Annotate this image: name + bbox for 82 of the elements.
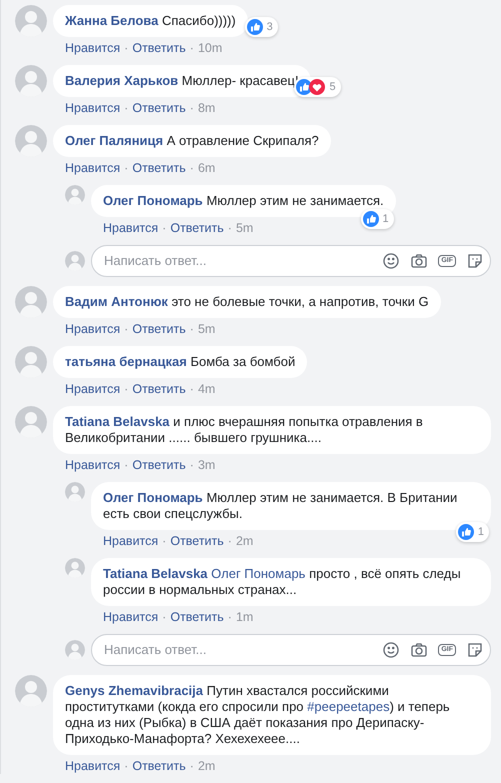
reply-link[interactable]: Ответить xyxy=(132,382,186,396)
avatar[interactable] xyxy=(15,406,47,438)
separator-dot: · xyxy=(124,759,128,773)
like-link[interactable]: Нравится xyxy=(65,458,120,472)
comment-text: Genys Zhemavibracija Путин хвастался российскими проститутками (кокда его спросили про #peepeetapes) и теперь одна из них (Рыбка) в США даёт показания про Дерипаску-Приходько-Манафорта? Хехехехеее.... xyxy=(65,683,450,746)
avatar[interactable] xyxy=(65,482,85,502)
separator-dot: · xyxy=(190,458,194,472)
author-link[interactable]: Вадим Антонюк xyxy=(65,294,168,309)
reply-link[interactable]: Ответить xyxy=(132,41,186,55)
separator-dot: · xyxy=(124,458,128,472)
reply-link[interactable]: Ответить xyxy=(132,458,186,472)
separator-dot: · xyxy=(124,382,128,396)
separator-dot: · xyxy=(162,534,166,548)
author-link[interactable]: Genys Zhemavibracija xyxy=(65,683,204,698)
separator-dot: · xyxy=(190,759,194,773)
separator-dot: · xyxy=(228,534,232,548)
avatar[interactable] xyxy=(15,65,47,97)
like-link[interactable]: Нравится xyxy=(65,161,120,175)
separator-dot: · xyxy=(190,382,194,396)
reply-link[interactable]: Ответить xyxy=(132,322,186,336)
comment-text: татьяна бернацкая Бомба за бомбой xyxy=(65,354,296,369)
separator-dot: · xyxy=(124,161,128,175)
reply-link[interactable]: Ответить xyxy=(132,759,186,773)
comment-text: Tatiana Belavska и плюс вчерашняя попытка отравления в Великобритании ...... бывшего грушника.... xyxy=(65,414,423,445)
like-link[interactable]: Нравится xyxy=(65,101,120,115)
separator-dot: · xyxy=(190,161,194,175)
separator-dot: · xyxy=(228,610,232,624)
author-link[interactable]: Олег Пономарь xyxy=(103,193,203,208)
reply-link[interactable]: Ответить xyxy=(132,101,186,115)
reply-link[interactable]: Ответить xyxy=(132,161,186,175)
camera-icon[interactable] xyxy=(410,252,428,270)
camera-icon[interactable] xyxy=(410,641,428,659)
like-icon xyxy=(458,524,474,540)
reply-link[interactable]: Ответить xyxy=(170,610,224,624)
sticker-icon[interactable] xyxy=(466,252,484,270)
like-link[interactable]: Нравится xyxy=(103,534,158,548)
comment-text: Вадим Антонюк это не болевые точки, а напротив, точки G xyxy=(65,294,429,309)
separator-dot: · xyxy=(124,322,128,336)
author-link[interactable]: татьяна бернацкая xyxy=(65,354,187,369)
avatar[interactable] xyxy=(15,346,47,378)
like-link[interactable]: Нравится xyxy=(103,221,158,235)
separator-dot: · xyxy=(190,101,194,115)
avatar[interactable] xyxy=(65,185,85,205)
avatar[interactable] xyxy=(15,675,47,707)
mention-link[interactable]: #peepeetapes xyxy=(307,699,390,714)
comment-text: Олег Пономарь Мюллер этим не занимается. xyxy=(103,193,384,208)
separator-dot: · xyxy=(228,221,232,235)
separator-dot: · xyxy=(162,610,166,624)
separator-dot: · xyxy=(190,41,194,55)
avatar[interactable] xyxy=(15,125,47,157)
avatar[interactable] xyxy=(65,640,85,660)
separator-dot: · xyxy=(124,101,128,115)
comment-text: Олег Паляниця А отравление Скрипаля? xyxy=(65,133,319,148)
like-icon xyxy=(246,19,263,35)
comment-text: Tatiana Belavska Олег Пономарь просто , всё опять следы россии в нормальных странах... xyxy=(103,566,461,597)
avatar[interactable] xyxy=(65,251,85,271)
like-link[interactable]: Нравится xyxy=(65,382,120,396)
smiley-icon[interactable] xyxy=(382,252,400,270)
author-link[interactable]: Олег Паляниця xyxy=(65,133,164,148)
mention-link[interactable]: Олег Пономарь xyxy=(211,566,306,581)
like-link[interactable]: Нравится xyxy=(65,322,120,336)
like-link[interactable]: Нравится xyxy=(103,610,158,624)
author-link[interactable]: Олег Пономарь xyxy=(103,490,203,505)
comment-text: Олег Пономарь Мюллер этим не занимается. В Британии есть свои спецслужбы. xyxy=(103,490,458,521)
reply-link[interactable]: Ответить xyxy=(170,221,224,235)
avatar[interactable] xyxy=(15,286,47,318)
reply-link[interactable]: Ответить xyxy=(170,534,224,548)
author-link[interactable]: Валерия Харьков xyxy=(65,73,178,88)
comment-text: Жанна Белова Спасибо))))) xyxy=(65,13,236,28)
like-link[interactable]: Нравится xyxy=(65,759,120,773)
separator-dot: · xyxy=(190,322,194,336)
separator-dot: · xyxy=(124,41,128,55)
like-icon xyxy=(362,211,379,227)
avatar[interactable] xyxy=(65,558,85,578)
author-link[interactable]: Tatiana Belavska xyxy=(65,414,170,429)
smiley-icon[interactable] xyxy=(382,641,400,659)
avatar[interactable] xyxy=(15,5,47,37)
separator-dot: · xyxy=(162,221,166,235)
author-link[interactable]: Жанна Белова xyxy=(65,13,158,28)
author-link[interactable]: Tatiana Belavska xyxy=(103,566,208,581)
like-link[interactable]: Нравится xyxy=(65,41,120,55)
sticker-icon[interactable] xyxy=(466,641,484,659)
